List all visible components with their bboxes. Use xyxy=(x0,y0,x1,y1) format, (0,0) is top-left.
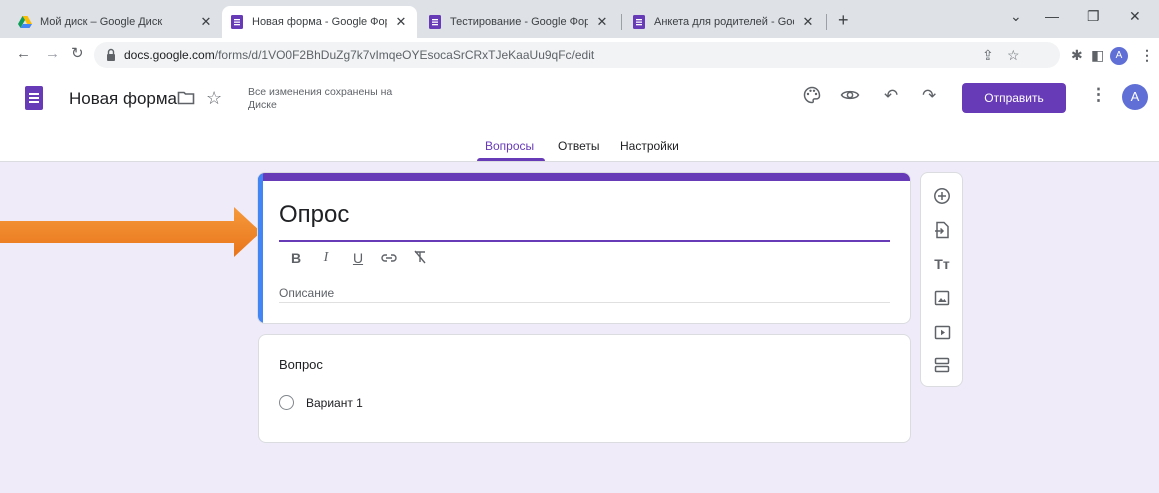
form-title-input[interactable]: Опрос xyxy=(279,201,349,229)
tab-title: Тестирование - Google Формы xyxy=(450,16,588,28)
redo-icon[interactable]: ↷ xyxy=(922,86,936,106)
side-panel-icon[interactable]: ◧ xyxy=(1091,47,1104,64)
save-status: Все изменения сохранены на Диске xyxy=(248,86,393,111)
customize-theme-icon[interactable] xyxy=(803,86,821,109)
lock-icon xyxy=(106,48,116,62)
add-section-icon[interactable] xyxy=(932,355,952,375)
browser-toolbar: ← → ↻ docs.google.com/forms/d/1VO0F2BhDu… xyxy=(0,38,1159,72)
italic-icon[interactable]: I xyxy=(316,250,336,266)
tab-separator xyxy=(621,14,622,30)
option-label[interactable]: Вариант 1 xyxy=(306,396,363,410)
forms-icon xyxy=(428,15,442,29)
title-card-accent-bar xyxy=(258,173,910,181)
forms-icon xyxy=(230,15,244,29)
close-tab-icon[interactable]: ✕ xyxy=(594,14,610,30)
browser-tab-strip: Мой диск – Google Диск ✕ Новая форма - G… xyxy=(0,0,1159,38)
undo-icon[interactable]: ↶ xyxy=(884,86,898,106)
tab-search-chevron-icon[interactable]: ⌄ xyxy=(1010,8,1022,25)
tab-title: Мой диск – Google Диск xyxy=(40,16,163,28)
avatar[interactable]: A xyxy=(1122,84,1148,110)
pointer-arrow xyxy=(0,207,261,257)
add-question-icon[interactable] xyxy=(932,186,952,206)
extensions-icon[interactable]: ✱ xyxy=(1071,47,1083,64)
tab-settings[interactable]: Настройки xyxy=(620,139,679,153)
url-path: /forms/d/1VO0F2BhDuZg7k7vImqeOYEsocaSrCR… xyxy=(214,48,595,62)
browser-tab-drive[interactable]: Мой диск – Google Диск ✕ xyxy=(10,6,222,38)
bookmark-star-icon[interactable]: ☆ xyxy=(1007,47,1020,64)
link-icon[interactable] xyxy=(379,250,399,266)
share-icon[interactable]: ⇪ xyxy=(982,47,994,64)
close-tab-icon[interactable]: ✕ xyxy=(800,14,816,30)
tab-questions[interactable]: Вопросы xyxy=(485,139,534,153)
form-description-input[interactable]: Описание xyxy=(279,286,334,300)
form-tabs: Вопросы Ответы Настройки xyxy=(0,139,1159,162)
title-underline xyxy=(279,240,890,242)
send-button[interactable]: Отправить xyxy=(962,83,1066,113)
reload-icon[interactable]: ↻ xyxy=(71,46,84,62)
add-title-icon[interactable]: Tт xyxy=(932,254,952,274)
back-icon[interactable]: ← xyxy=(16,46,31,62)
tab-title: Новая форма - Google Формы xyxy=(252,16,387,28)
drive-icon xyxy=(18,15,32,29)
add-image-icon[interactable] xyxy=(932,288,952,308)
close-tab-icon[interactable]: ✕ xyxy=(393,14,409,30)
close-window-icon[interactable]: ✕ xyxy=(1129,8,1141,25)
bold-icon[interactable]: B xyxy=(286,250,306,266)
browser-menu-icon[interactable]: ⋮ xyxy=(1140,47,1154,64)
question-toolbar: Tт xyxy=(920,172,963,387)
forms-header: Новая форма ☆ Все изменения сохранены на… xyxy=(0,72,1159,162)
address-bar[interactable]: docs.google.com/forms/d/1VO0F2BhDuZg7k7v… xyxy=(94,42,1060,68)
question-title[interactable]: Вопрос xyxy=(279,357,323,372)
radio-button-icon xyxy=(279,395,294,410)
focus-indicator xyxy=(258,173,263,323)
forms-logo-icon[interactable] xyxy=(25,86,43,110)
tab-responses[interactable]: Ответы xyxy=(558,139,599,153)
browser-profile-avatar[interactable]: A xyxy=(1110,47,1128,65)
document-title[interactable]: Новая форма xyxy=(69,89,177,109)
browser-tab-new-form[interactable]: Новая форма - Google Формы ✕ xyxy=(222,6,417,38)
clear-formatting-icon[interactable] xyxy=(410,250,430,267)
tab-title: Анкета для родителей - Googl xyxy=(654,16,794,28)
question-card[interactable]: Вопрос Вариант 1 xyxy=(258,334,911,443)
more-options-icon[interactable]: ⋮ xyxy=(1090,85,1107,105)
move-to-folder-icon[interactable] xyxy=(177,90,195,106)
browser-tab-parents-survey[interactable]: Анкета для родителей - Googl ✕ xyxy=(624,6,824,38)
minimize-icon[interactable]: — xyxy=(1045,8,1059,24)
url-text: docs.google.com/forms/d/1VO0F2BhDuZg7k7v… xyxy=(124,48,594,62)
star-icon[interactable]: ☆ xyxy=(206,88,222,109)
import-questions-icon[interactable] xyxy=(932,220,952,240)
preview-eye-icon[interactable] xyxy=(840,86,860,109)
restore-icon[interactable]: ❐ xyxy=(1087,8,1100,25)
active-tab-indicator xyxy=(477,158,545,161)
browser-tab-testing[interactable]: Тестирование - Google Формы ✕ xyxy=(420,6,618,38)
new-tab-button[interactable]: + xyxy=(838,11,849,29)
tab-separator xyxy=(826,14,827,30)
forward-icon[interactable]: → xyxy=(45,46,60,62)
url-host: docs.google.com xyxy=(124,48,215,62)
description-underline xyxy=(279,302,890,303)
add-video-icon[interactable] xyxy=(932,322,952,342)
underline-icon[interactable]: U xyxy=(348,250,368,266)
forms-icon xyxy=(632,15,646,29)
form-title-card: Опрос B I U Описание xyxy=(257,172,911,324)
close-tab-icon[interactable]: ✕ xyxy=(198,14,214,30)
